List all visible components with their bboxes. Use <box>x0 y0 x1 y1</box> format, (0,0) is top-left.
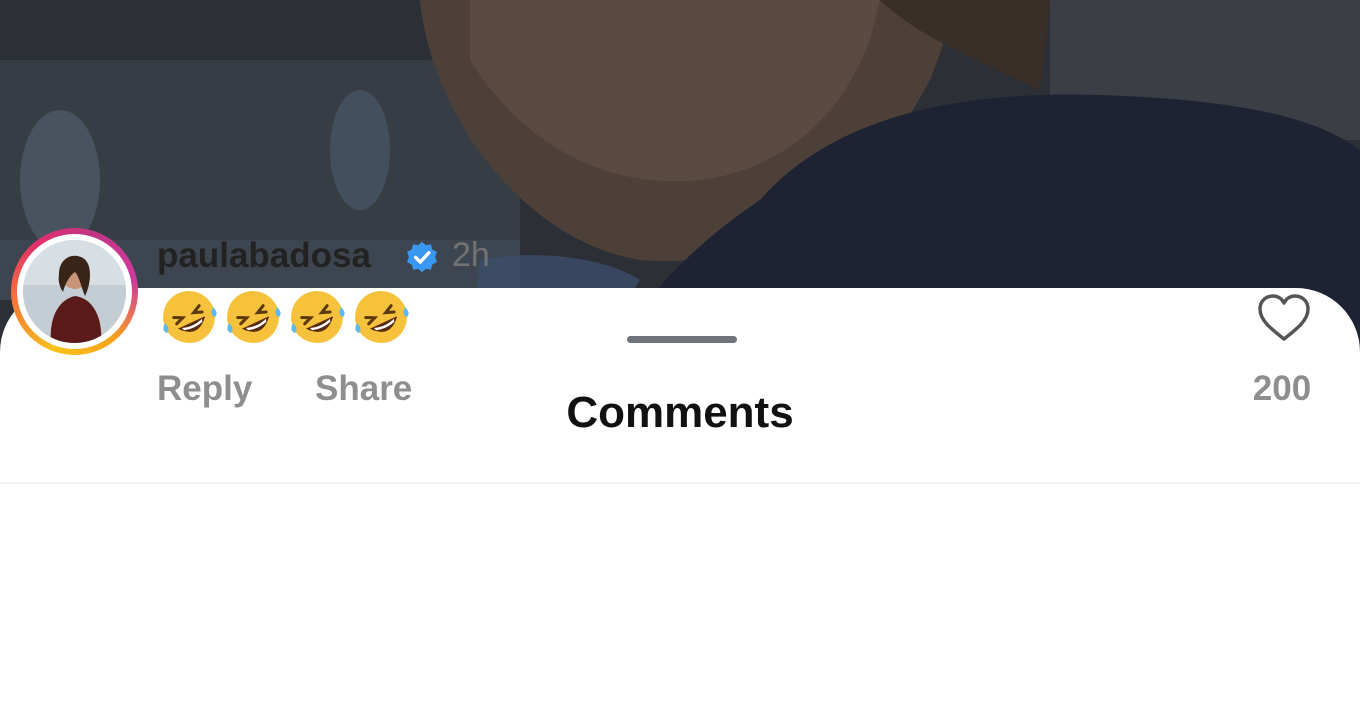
avatar <box>23 240 126 343</box>
reply-button[interactable]: Reply <box>157 369 252 409</box>
comment-text <box>159 287 411 347</box>
comment-timestamp: 2h <box>452 236 490 274</box>
comment-username[interactable]: paulabadosa <box>157 236 371 276</box>
rofl-emoji <box>227 291 281 343</box>
rofl-emoji <box>291 291 345 343</box>
heart-icon[interactable] <box>1256 293 1312 343</box>
share-button[interactable]: Share <box>315 369 412 409</box>
rofl-emoji <box>355 291 409 343</box>
rofl-emoji <box>163 291 217 343</box>
comments-sheet: Comments <box>0 288 1360 727</box>
sheet-grabber-handle[interactable] <box>627 336 737 343</box>
like-count: 200 <box>1252 369 1312 408</box>
header-divider <box>0 482 1360 484</box>
verified-badge-icon <box>407 241 437 273</box>
story-ring-avatar[interactable] <box>11 228 138 355</box>
